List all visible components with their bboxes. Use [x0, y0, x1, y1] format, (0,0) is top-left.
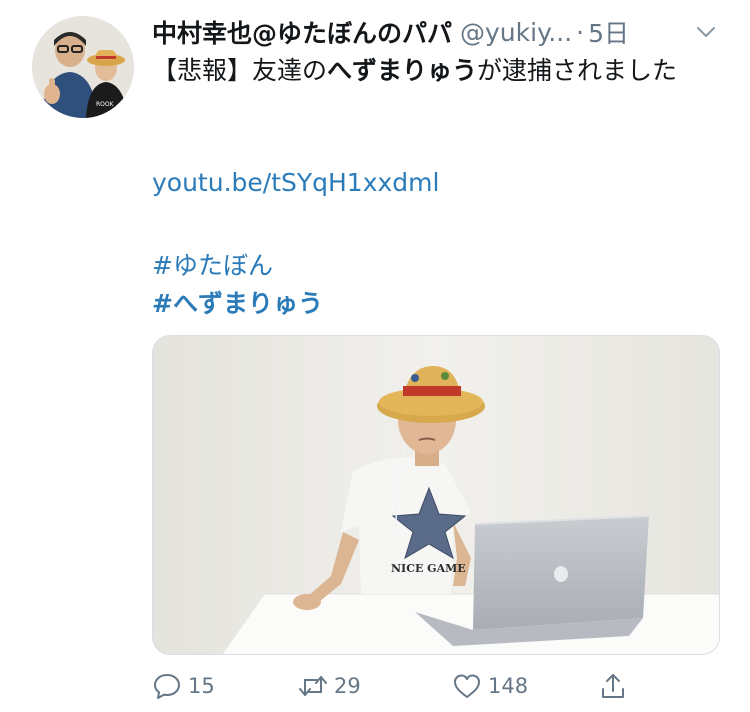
retweet-button[interactable]: 29	[298, 668, 361, 704]
tweet-text-part1: 【悲報】友達の	[152, 56, 328, 85]
tweet-timestamp[interactable]: 5日	[588, 14, 629, 50]
hashtag-link[interactable]: #へずまりゅう	[152, 284, 323, 320]
svg-text:ROOK: ROOK	[96, 101, 115, 108]
retweet-icon	[299, 676, 327, 696]
tweet-media-photo[interactable]: NICE GAME	[152, 335, 720, 655]
reply-icon	[154, 674, 180, 699]
like-button[interactable]: 148	[452, 668, 528, 704]
hashtag-link[interactable]: #ゆたぼん	[152, 246, 273, 282]
tweet-link[interactable]: youtu.be/tSYqH1xxdml	[152, 168, 439, 197]
author-handle[interactable]: @yukiy...	[460, 18, 572, 47]
tweet-text-part2: が逮捕されました	[477, 56, 678, 85]
chevron-down-icon[interactable]	[694, 20, 718, 44]
heart-icon	[454, 674, 480, 698]
like-count: 148	[488, 674, 529, 698]
reply-button[interactable]: 15	[152, 668, 215, 704]
separator-dot: ·	[576, 17, 585, 47]
author-avatar[interactable]: ROOK	[32, 16, 134, 118]
tweet-text: 【悲報】友達のへずまりゅうが逮捕されました	[152, 52, 727, 90]
tweet-actions: 15 29 148	[152, 668, 652, 704]
reply-count: 15	[188, 674, 215, 698]
shirt-print: NICE GAME	[391, 562, 466, 575]
share-icon	[602, 674, 624, 698]
author-name[interactable]: 中村幸也@ゆたぼんのパパ	[152, 14, 452, 50]
retweet-count: 29	[334, 674, 361, 698]
share-button[interactable]	[598, 668, 628, 704]
tweet-text-bold: へずまりゅう	[327, 56, 478, 85]
tweet-header: 中村幸也@ゆたぼんのパパ @yukiy... · 5日	[152, 14, 732, 50]
